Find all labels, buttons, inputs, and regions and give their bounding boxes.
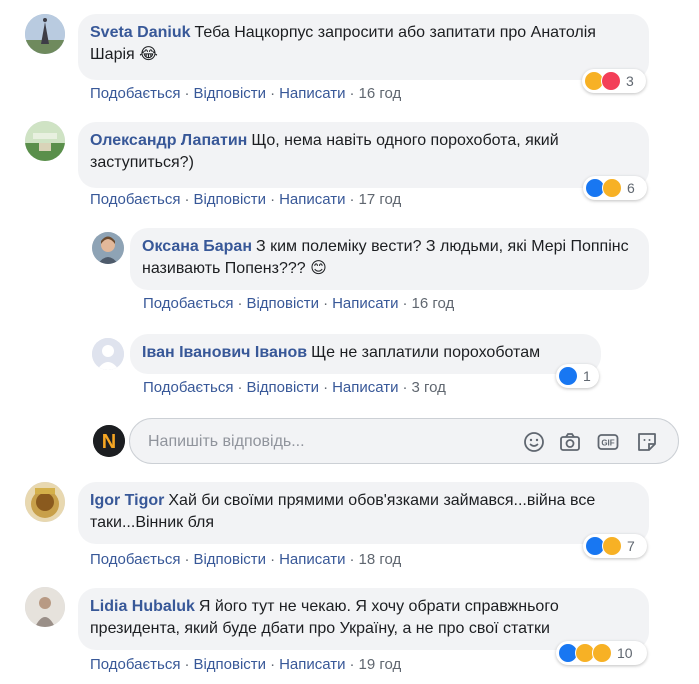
avatar[interactable] bbox=[25, 14, 65, 54]
avatar-photo bbox=[25, 482, 65, 522]
avatar[interactable] bbox=[25, 121, 65, 161]
like-icon bbox=[558, 366, 578, 386]
reply-bubble: Іван Іванович Іванов Ще не заплатили поро… bbox=[130, 334, 601, 374]
reaction-summary[interactable]: 7 bbox=[583, 534, 647, 558]
avatar[interactable] bbox=[25, 482, 65, 522]
message-link[interactable]: Написати bbox=[332, 379, 398, 396]
reaction-summary[interactable]: 10 bbox=[556, 641, 647, 665]
separator: · bbox=[237, 379, 243, 396]
separator: · bbox=[270, 656, 276, 673]
love-icon bbox=[601, 71, 621, 91]
separator: · bbox=[184, 191, 190, 208]
separator: · bbox=[349, 191, 355, 208]
separator: · bbox=[237, 295, 243, 312]
avatar-photo bbox=[25, 121, 65, 161]
comment-author[interactable]: Олександр Лапатин bbox=[90, 132, 247, 149]
comment-bubble: Олександр Лапатин Що, нема навіть одного … bbox=[78, 122, 649, 188]
avatar[interactable] bbox=[25, 587, 65, 627]
comment-bubble: Igor Tigor Хай би своїми прямими обов'язк… bbox=[78, 482, 649, 544]
gif-icon[interactable]: GIF bbox=[596, 430, 620, 454]
reaction-count: 10 bbox=[617, 645, 633, 661]
separator: · bbox=[402, 379, 408, 396]
separator: · bbox=[184, 85, 190, 102]
comment-actions: Подобається · Відповісти · Написати · 19 год bbox=[90, 656, 401, 673]
haha-icon bbox=[602, 536, 622, 556]
reply-input[interactable] bbox=[146, 430, 490, 454]
like-link[interactable]: Подобається bbox=[90, 551, 180, 568]
avatar-letter: N bbox=[102, 431, 116, 453]
comment-text: Хай би своїми прямими обов'язками займав… bbox=[90, 492, 596, 531]
separator: · bbox=[270, 551, 276, 568]
comment-time[interactable]: 16 год bbox=[359, 85, 402, 102]
reply-link[interactable]: Відповісти bbox=[193, 551, 266, 568]
separator: · bbox=[270, 191, 276, 208]
separator: · bbox=[323, 379, 329, 396]
reply-composer[interactable]: GIF bbox=[129, 418, 679, 464]
message-link[interactable]: Написати bbox=[279, 656, 345, 673]
reply-time[interactable]: 3 год bbox=[412, 379, 446, 396]
comment-actions: Подобається · Відповісти · Написати · 18 год bbox=[90, 551, 401, 568]
like-link[interactable]: Подобається bbox=[90, 85, 180, 102]
reaction-count: 3 bbox=[626, 73, 634, 89]
like-link[interactable]: Подобається bbox=[143, 295, 233, 312]
separator: · bbox=[349, 85, 355, 102]
separator: · bbox=[402, 295, 408, 312]
like-link[interactable]: Подобається bbox=[90, 656, 180, 673]
message-link[interactable]: Написати bbox=[332, 295, 398, 312]
message-link[interactable]: Написати bbox=[279, 191, 345, 208]
reaction-summary[interactable]: 1 bbox=[556, 364, 599, 388]
avatar-photo bbox=[92, 232, 124, 264]
comment-actions: Подобається · Відповісти · Написати · 17 год bbox=[90, 191, 401, 208]
reply-actions: Подобається · Відповісти · Написати · 3 год bbox=[143, 379, 446, 396]
comment-author[interactable]: Lidia Hubaluk bbox=[90, 598, 195, 615]
camera-icon[interactable] bbox=[558, 430, 582, 454]
separator: · bbox=[184, 551, 190, 568]
separator: · bbox=[323, 295, 329, 312]
sticker-icon[interactable] bbox=[635, 430, 659, 454]
reaction-summary[interactable]: 3 bbox=[582, 69, 646, 93]
haha-icon bbox=[602, 178, 622, 198]
like-link[interactable]: Подобається bbox=[143, 379, 233, 396]
reply-link[interactable]: Відповісти bbox=[246, 295, 319, 312]
reaction-count: 7 bbox=[627, 538, 635, 554]
sad-icon bbox=[592, 643, 612, 663]
comment-author[interactable]: Sveta Daniuk bbox=[90, 24, 190, 41]
reply-actions: Подобається · Відповісти · Написати · 16 год bbox=[143, 295, 454, 312]
reply-time[interactable]: 16 год bbox=[412, 295, 455, 312]
reply-link[interactable]: Відповісти bbox=[193, 656, 266, 673]
reply-author[interactable]: Іван Іванович Іванов bbox=[142, 344, 307, 361]
comment-bubble: Sveta Daniuk Теба Нацкорпус запросити або… bbox=[78, 14, 649, 80]
reply-link[interactable]: Відповісти bbox=[193, 85, 266, 102]
comment-actions: Подобається · Відповісти · Написати · 16 год bbox=[90, 85, 401, 102]
gif-label: GIF bbox=[601, 439, 614, 448]
reply-author[interactable]: Оксана Баран bbox=[142, 238, 252, 255]
comment-time[interactable]: 18 год bbox=[359, 551, 402, 568]
comment-author[interactable]: Igor Tigor bbox=[90, 492, 164, 509]
user-avatar-logo: N bbox=[93, 425, 125, 457]
comment-time[interactable]: 19 год bbox=[359, 656, 402, 673]
reply-link[interactable]: Відповісти bbox=[193, 191, 266, 208]
separator: · bbox=[270, 85, 276, 102]
default-avatar-icon bbox=[92, 338, 124, 370]
message-link[interactable]: Написати bbox=[279, 85, 345, 102]
comment-time[interactable]: 17 год bbox=[359, 191, 402, 208]
reaction-count: 6 bbox=[627, 180, 635, 196]
current-user-avatar: N bbox=[93, 425, 125, 457]
emoji-icon[interactable] bbox=[522, 430, 546, 454]
avatar-photo bbox=[25, 14, 65, 54]
separator: · bbox=[184, 656, 190, 673]
separator: · bbox=[349, 551, 355, 568]
avatar-photo bbox=[25, 587, 65, 627]
reaction-count: 1 bbox=[583, 368, 591, 384]
avatar[interactable] bbox=[92, 232, 124, 264]
reply-bubble: Оксана Баран З ким полеміку вести? З людь… bbox=[130, 228, 649, 290]
reply-link[interactable]: Відповісти bbox=[246, 379, 319, 396]
avatar[interactable] bbox=[92, 338, 124, 370]
separator: · bbox=[349, 656, 355, 673]
reply-text: Ще не заплатили порохоботам bbox=[311, 344, 541, 361]
like-link[interactable]: Подобається bbox=[90, 191, 180, 208]
message-link[interactable]: Написати bbox=[279, 551, 345, 568]
reaction-summary[interactable]: 6 bbox=[583, 176, 647, 200]
